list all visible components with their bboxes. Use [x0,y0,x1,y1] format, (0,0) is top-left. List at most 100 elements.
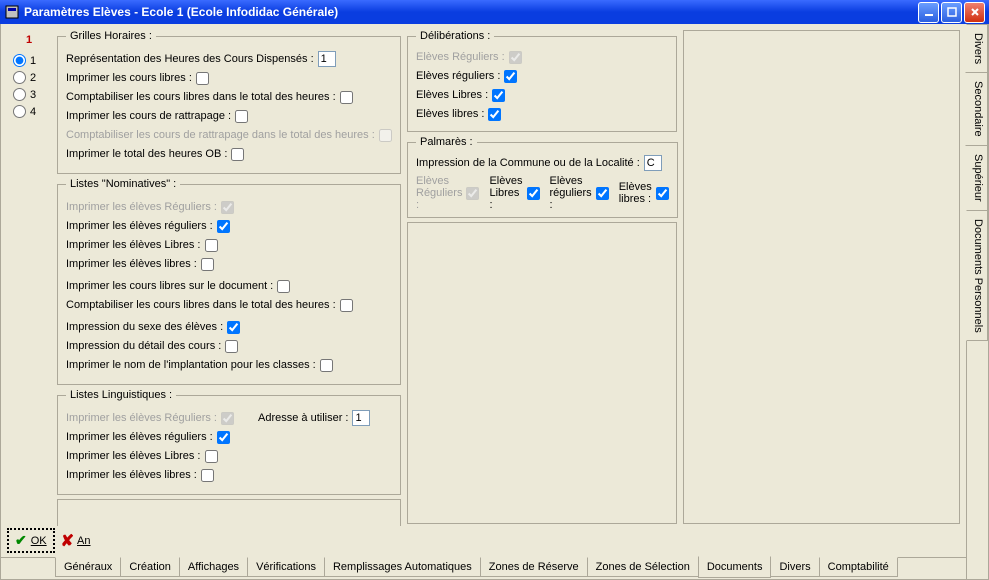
side-tab-divers[interactable]: Divers [966,24,988,73]
ling-imp-reg-check[interactable] [217,431,230,444]
nom-impr-implant-check[interactable] [320,359,333,372]
nom-imp-cours-libres-doc-label: Imprimer les cours libres sur le documen… [66,280,273,292]
compta-libres-total-label: Comptabiliser les cours libres dans le t… [66,91,336,103]
nom-imp-cours-libres-doc-check[interactable] [277,280,290,293]
ling-legend: Listes Linguistiques : [66,389,176,401]
nom-impr-detail-label: Impression du détail des cours : [66,340,221,352]
delib-reg-label: Elèves réguliers : [416,70,500,82]
delib-libres-cap-check[interactable] [492,89,505,102]
minimize-button[interactable] [918,2,939,23]
app-icon [4,4,20,20]
delib-reg-check[interactable] [504,70,517,83]
ling-imp-libres-check[interactable] [201,469,214,482]
nom-imp-reg-d-check [221,201,234,214]
tab-cr-ation[interactable]: Création [120,557,180,577]
palm-commune-label: Impression de la Commune ou de la Locali… [416,157,640,169]
compta-rattrapage-total-check [379,129,392,142]
side-tab-documents-personnels[interactable]: Documents Personnels [966,210,988,342]
compta-libres-total-check[interactable] [340,91,353,104]
compta-rattrapage-total-label: Comptabiliser les cours de rattrapage da… [66,129,375,141]
palm-reg-d-check [466,187,479,200]
tab-divers[interactable]: Divers [770,557,819,577]
ling-imp-reg-d-check [221,412,234,425]
nominatives-legend: Listes "Nominatives" : [66,178,180,190]
listes-linguistiques-group: Listes Linguistiques : Imprimer les élèv… [57,389,401,495]
tab-documents[interactable]: Documents [698,556,772,578]
tab-v-rifications[interactable]: Vérifications [247,557,325,577]
imp-cours-libres-label: Imprimer les cours libres : [66,72,192,84]
bottom-tabs: GénérauxCréationAffichagesVérificationsR… [1,557,966,579]
palm-reg-label: Elèves réguliers : [550,175,592,211]
tab-comptabilit-[interactable]: Comptabilité [819,557,898,577]
tab-zones-de-r-serve[interactable]: Zones de Réserve [480,557,588,577]
x-icon: ✘ [61,531,74,551]
palmares-legend: Palmarès : [416,136,477,148]
ling-imp-libres-label: Imprimer les élèves libres : [66,469,197,481]
imp-rattrapage-label: Imprimer les cours de rattrapage : [66,110,231,122]
side-tab-sup-rieur[interactable]: Supérieur [966,145,988,211]
delib-reg-d-label: Elèves Réguliers : [416,51,505,63]
nom-impr-sexe-check[interactable] [227,321,240,334]
palm-libres-cap-check[interactable] [527,187,540,200]
tab-remplissages-automatiques[interactable]: Remplissages Automatiques [324,557,481,577]
ok-button[interactable]: ✔OK [7,528,55,553]
nom-imp-libres-cap-check[interactable] [205,239,218,252]
ling-addr-label: Adresse à utiliser : [258,412,348,424]
empty-panel-2 [407,222,677,524]
side-tabs: DiversSecondaireSupérieurDocuments Perso… [966,24,988,579]
palm-libres-label: Elèves libres : [619,181,652,205]
ling-imp-libres-cap-label: Imprimer les élèves Libres : [66,450,201,462]
palmares-group: Palmarès : Impression de la Commune ou d… [407,136,678,218]
cancel-button[interactable]: ✘An [61,531,91,551]
palm-libres-check[interactable] [656,187,669,200]
school-radio-3[interactable]: 3 [13,88,51,101]
empty-panel-1 [57,499,401,526]
nom-imp-reg-check[interactable] [217,220,230,233]
palm-libres-cap-label: Elèves Libres : [489,175,522,211]
imp-total-ob-label: Imprimer le total des heures OB : [66,148,227,160]
grilles-horaires-group: Grilles Horaires : Représentation des He… [57,30,401,174]
nom-imp-libres-check[interactable] [201,258,214,271]
nom-imp-libres-label: Imprimer les élèves libres : [66,258,197,270]
check-icon: ✔ [15,532,27,549]
ling-imp-libres-cap-check[interactable] [205,450,218,463]
ling-imp-reg-d-label: Imprimer les élèves Réguliers : [66,412,217,424]
school-radio-1[interactable]: 1 [13,54,51,67]
titlebar: Paramètres Elèves - Ecole 1 (Ecole Infod… [0,0,989,24]
nom-impr-detail-check[interactable] [225,340,238,353]
grilles-legend: Grilles Horaires : [66,30,156,42]
imp-cours-libres-check[interactable] [196,72,209,85]
window-controls [918,2,985,23]
palm-commune-input[interactable] [644,155,662,171]
tab-affichages[interactable]: Affichages [179,557,248,577]
repr-heures-label: Représentation des Heures des Cours Disp… [66,53,314,65]
school-heading: 1 [7,34,51,46]
maximize-button[interactable] [941,2,962,23]
side-tab-secondaire[interactable]: Secondaire [965,72,988,146]
window-title: Paramètres Elèves - Ecole 1 (Ecole Infod… [24,5,918,19]
delib-libres-label: Elèves libres : [416,108,484,120]
ling-imp-reg-label: Imprimer les élèves réguliers : [66,431,213,443]
imp-total-ob-check[interactable] [231,148,244,161]
delib-libres-cap-label: Elèves Libres : [416,89,488,101]
imp-rattrapage-check[interactable] [235,110,248,123]
school-radio-4[interactable]: 4 [13,105,51,118]
repr-heures-input[interactable] [318,51,336,67]
nom-impr-implant-label: Imprimer le nom de l'implantation pour l… [66,359,316,371]
tab-zones-de-s-lection[interactable]: Zones de Sélection [587,557,699,577]
ling-addr-input[interactable] [352,410,370,426]
palm-reg-d-label: Elèves Réguliers : [416,175,462,211]
palm-reg-check[interactable] [596,187,609,200]
nom-impr-sexe-label: Impression du sexe des élèves : [66,321,223,333]
nom-imp-reg-d-label: Imprimer les élèves Réguliers : [66,201,217,213]
close-button[interactable] [964,2,985,23]
tab-g-n-raux[interactable]: Généraux [55,557,121,577]
school-selector: 1 1 2 3 4 [7,30,51,524]
delib-legend: Délibérations : [416,30,494,42]
school-radio-2[interactable]: 2 [13,71,51,84]
nom-compta-libres-total-label: Comptabiliser les cours libres dans le t… [66,299,336,311]
nom-compta-libres-total-check[interactable] [340,299,353,312]
empty-panel-3 [683,30,960,524]
listes-nominatives-group: Listes "Nominatives" : Imprimer les élèv… [57,178,401,385]
delib-libres-check[interactable] [488,108,501,121]
